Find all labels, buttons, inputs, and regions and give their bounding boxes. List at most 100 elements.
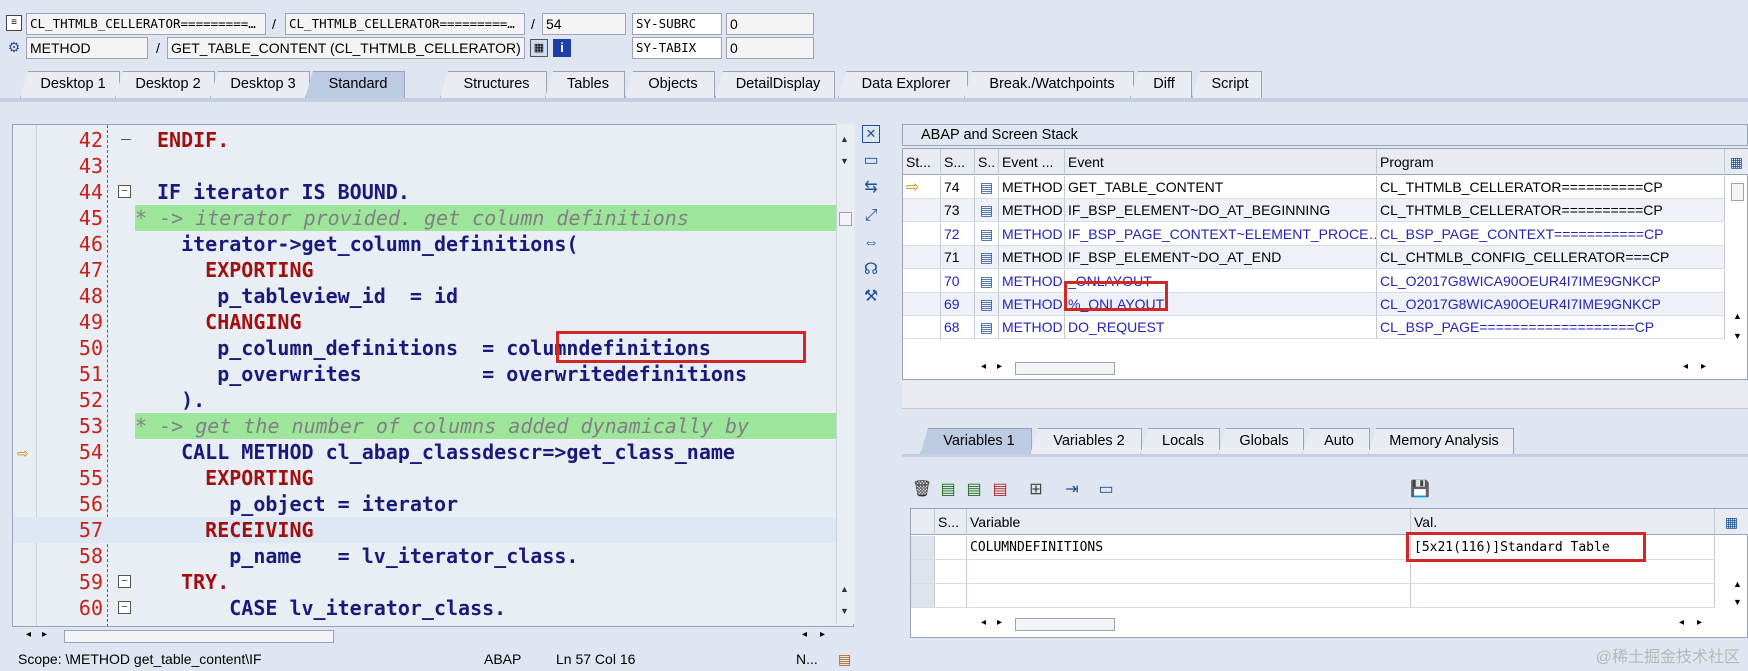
scroll-up-icon[interactable]: ▲	[840, 134, 849, 144]
tab-variables-1[interactable]: Variables 1	[920, 428, 1032, 455]
stack-vscroll[interactable]: ▲ ▼	[1729, 179, 1747, 349]
new-tool-icon[interactable]: ▭	[860, 150, 882, 172]
scroll-thumb[interactable]	[64, 630, 334, 643]
services-icon[interactable]: ☊	[860, 259, 882, 281]
stack-hscroll[interactable]: ◂ ▸ ◂ ▸	[975, 359, 1725, 379]
var-hscroll[interactable]: ◂ ▸ ◂ ▸	[967, 615, 1717, 635]
var-status-cell[interactable]	[935, 584, 967, 608]
stack-col-header[interactable]: S...	[941, 149, 975, 175]
maximize-icon[interactable]: ⤢	[860, 205, 882, 227]
var-value-cell[interactable]	[1411, 560, 1715, 584]
stack-event-type-cell[interactable]: METHOD	[999, 269, 1065, 293]
delete-icon[interactable]: 🗑	[912, 480, 932, 500]
var-name-cell[interactable]	[967, 560, 1411, 584]
stack-program-cell[interactable]: CL_BSP_PAGE_CONTEXT===========CP	[1377, 222, 1725, 246]
stack-type-icon[interactable]: ▤	[975, 293, 999, 316]
stack-type-icon[interactable]: ▤	[975, 316, 999, 340]
var-status-cell[interactable]	[935, 536, 967, 560]
tab-standard[interactable]: Standard	[305, 71, 405, 98]
tool-settings-icon[interactable]: ⚒	[860, 286, 882, 308]
var-row-selector[interactable]	[911, 536, 935, 560]
move-icon[interactable]: ⇥	[1062, 480, 1082, 500]
tab-auto[interactable]: Auto	[1302, 428, 1370, 455]
tab-desktop-1[interactable]: Desktop 1	[20, 71, 120, 98]
stack-status-cell[interactable]	[903, 246, 941, 270]
resize-icon[interactable]: ⇔	[860, 232, 882, 254]
stack-col-header[interactable]: Program	[1377, 149, 1725, 175]
stack-status-cell[interactable]	[903, 269, 941, 293]
var-row-selector[interactable]	[911, 560, 935, 584]
scroll-thumb[interactable]	[839, 212, 852, 226]
editor-horizontal-scrollbar[interactable]: ◂ ▸ ◂ ▸	[12, 626, 854, 646]
scroll-thumb[interactable]	[1015, 362, 1115, 375]
stack-status-cell[interactable]	[903, 199, 941, 223]
stack-event-type-cell[interactable]: METHOD	[999, 316, 1065, 340]
line-field[interactable]: 54	[542, 13, 626, 35]
scroll-thumb[interactable]	[1731, 183, 1744, 201]
scroll-right-icon[interactable]: ▸	[997, 361, 1002, 372]
scroll-left-icon[interactable]: ◂	[981, 617, 986, 628]
fold-toggle-icon[interactable]: −	[118, 185, 131, 198]
stack-col-header[interactable]: St...	[903, 149, 941, 175]
scroll-left-icon[interactable]: ◂	[1679, 617, 1684, 628]
stack-type-icon[interactable]: ▤	[975, 246, 999, 270]
stack-col-header[interactable]: Event ...	[999, 149, 1065, 175]
stack-program-cell[interactable]: CL_THTMLB_CELLERATOR==========CP	[1377, 176, 1725, 199]
scroll-left-icon[interactable]: ◂	[802, 629, 807, 640]
stack-level-cell[interactable]: 70	[941, 269, 975, 293]
save-icon[interactable]: 💾	[1410, 480, 1430, 500]
sort-down-icon[interactable]: ▤	[964, 480, 984, 500]
stack-level-cell[interactable]: 71	[941, 246, 975, 270]
tab-objects[interactable]: Objects	[625, 71, 715, 98]
scroll-right-icon[interactable]: ▸	[1701, 361, 1706, 372]
scroll-right-icon[interactable]: ▸	[820, 629, 825, 640]
stack-event-type-cell[interactable]: METHOD	[999, 199, 1065, 223]
type-field[interactable]: METHOD	[26, 37, 148, 59]
stack-col-header[interactable]: S..	[975, 149, 999, 175]
layout-settings-icon[interactable]: ▦	[1725, 149, 1748, 175]
var-status-cell[interactable]	[935, 560, 967, 584]
tab-data-explorer[interactable]: Data Explorer	[838, 71, 968, 98]
stack-level-cell[interactable]: 69	[941, 293, 975, 316]
tab-breakpoints[interactable]: Break./Watchpoints	[964, 71, 1134, 98]
code-editor[interactable]: 42 ENDIF. 43 44 − IF iterator IS BOUND. 45 * ->…	[12, 124, 854, 646]
scroll-up-icon[interactable]: ▲	[840, 584, 849, 594]
stack-event-cell[interactable]: IF_BSP_ELEMENT~DO_AT_BEGINNING	[1065, 199, 1377, 223]
scroll-up-icon[interactable]: ▲	[1733, 311, 1742, 321]
info-icon[interactable]: i	[553, 39, 571, 57]
stack-event-type-cell[interactable]: METHOD	[999, 293, 1065, 316]
var-col-header[interactable]: S...	[935, 509, 967, 535]
stack-event-cell[interactable]: DO_REQUEST	[1065, 316, 1377, 340]
tab-diff[interactable]: Diff	[1130, 71, 1192, 98]
scroll-up-icon[interactable]: ▲	[1733, 579, 1742, 589]
stack-level-cell[interactable]: 73	[941, 199, 975, 223]
tab-detaildisplay[interactable]: DetailDisplay	[715, 71, 835, 98]
scroll-down-icon[interactable]: ▼	[1733, 331, 1742, 341]
scroll-down-icon[interactable]: ▼	[1733, 597, 1742, 607]
layout-settings-icon[interactable]: ▦	[1715, 509, 1748, 535]
tab-memory-analysis[interactable]: Memory Analysis	[1368, 428, 1514, 455]
scroll-thumb[interactable]	[1015, 618, 1115, 631]
scroll-left-icon[interactable]: ◂	[981, 361, 986, 372]
var-value-cell[interactable]	[1411, 584, 1715, 608]
stack-level-cell[interactable]: 72	[941, 222, 975, 246]
tab-structures[interactable]: Structures	[440, 71, 547, 98]
stack-program-cell[interactable]: CL_BSP_PAGE===================CP	[1377, 316, 1725, 340]
close-icon[interactable]: ✕	[862, 125, 880, 143]
stack-level-cell[interactable]: 68	[941, 316, 975, 340]
stack-type-icon[interactable]: ▤	[975, 199, 999, 223]
var-col-header[interactable]	[911, 509, 935, 535]
scroll-left-icon[interactable]: ◂	[26, 629, 31, 640]
scroll-right-icon[interactable]: ▸	[997, 617, 1002, 628]
tab-desktop-2[interactable]: Desktop 2	[115, 71, 215, 98]
var-vscroll[interactable]: ▲ ▼	[1729, 537, 1747, 617]
delete-row-icon[interactable]: ▤	[990, 480, 1010, 500]
display-icon[interactable]: ▦	[530, 39, 548, 57]
stack-event-cell[interactable]: IF_BSP_ELEMENT~DO_AT_END	[1065, 246, 1377, 270]
scroll-right-icon[interactable]: ▸	[1697, 617, 1702, 628]
stack-event-type-cell[interactable]: METHOD	[999, 222, 1065, 246]
swap-tool-icon[interactable]: ⇆	[860, 177, 882, 199]
stack-program-cell[interactable]: CL_O2017G8WICA90OEUR4I7IME9GNKCP	[1377, 269, 1725, 293]
tab-locals[interactable]: Locals	[1140, 428, 1220, 455]
var-row-selector[interactable]	[911, 584, 935, 608]
